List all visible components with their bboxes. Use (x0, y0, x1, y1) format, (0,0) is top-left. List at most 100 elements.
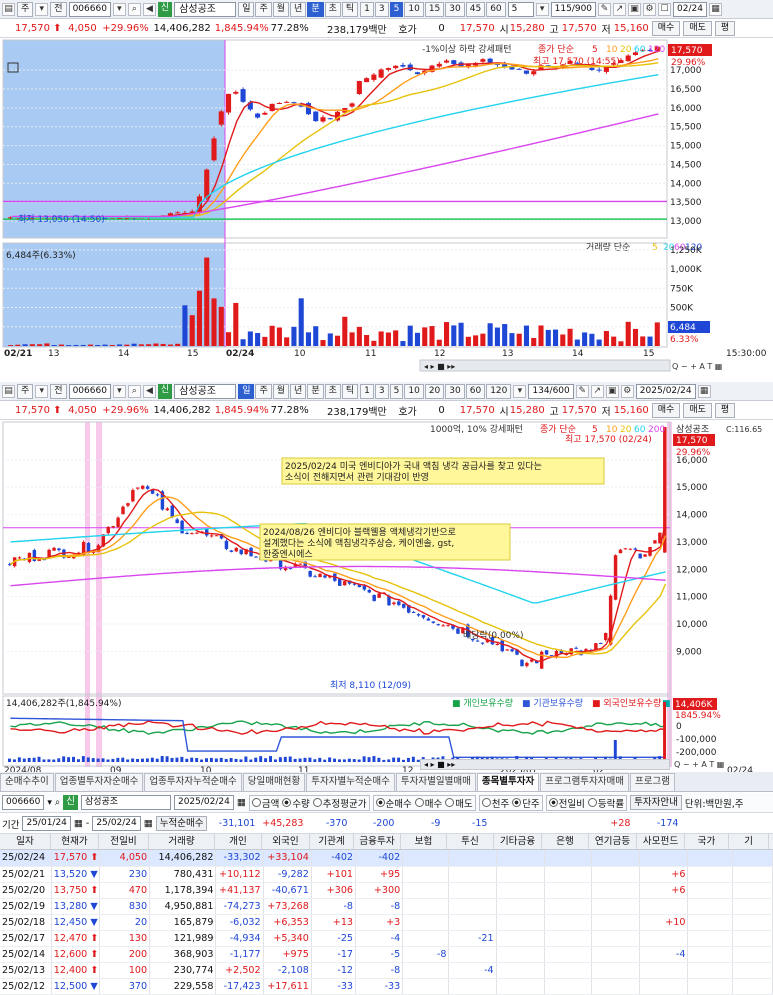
trade-radio-2[interactable]: 매도 (445, 796, 473, 810)
dropdown-icon[interactable]: ▾ (112, 2, 126, 16)
unit-radio-1[interactable]: 단주 (512, 796, 540, 810)
bottom-minute-button-0[interactable]: 1 (360, 383, 374, 399)
top-toggle-1[interactable]: 주 (17, 1, 34, 17)
table-row[interactable]: 25/02/24 17,570 ⬆ 4,050 14,406,282 -33,302 +3… (0, 850, 773, 867)
table-row[interactable]: 25/02/13 12,400 ⬆ 100 230,774 +2,502 -2,108 -1… (0, 962, 773, 980)
table-row[interactable]: 25/02/17 12,470 ⬆ 130 121,989 -4,934 +5,340 -2… (0, 930, 773, 948)
bottom-toggle-1[interactable]: 주 (17, 383, 34, 399)
bottom-period-button-2[interactable]: 월 (272, 383, 290, 399)
top-period-button-5[interactable]: 초 (324, 1, 341, 17)
bottom-period-button-6[interactable]: 틱 (341, 383, 359, 399)
top-eval-button[interactable]: 평 (714, 21, 736, 36)
amount-radio-2[interactable]: 추정평균가 (312, 796, 367, 810)
compare-radio-0[interactable]: 전일비 (548, 796, 585, 810)
zoom-tools-icon[interactable]: Q − + A T ▦ (674, 759, 724, 770)
period-to-input[interactable]: 25/02/24 (92, 816, 141, 831)
table-row[interactable]: 25/02/14 12,600 ⬆ 200 368,903 -1,177 +975 -17 -… (0, 946, 773, 964)
chart-icon[interactable]: ↗ (613, 2, 627, 16)
amount-radio-0[interactable]: 금액 (251, 796, 279, 810)
window-icon[interactable]: ▤ (2, 384, 15, 398)
column-header[interactable]: 금융투자 (354, 834, 401, 849)
tools-icon[interactable]: ✎ (575, 384, 589, 398)
search-icon[interactable]: ⌕ (55, 797, 60, 808)
top-sell-button[interactable]: 매도 (683, 21, 712, 36)
speaker-icon[interactable]: ◀ (142, 2, 156, 16)
bottom-eval-button[interactable]: 평 (714, 403, 736, 418)
column-header[interactable]: 전일비 (99, 834, 149, 849)
table-row[interactable]: 25/02/20 13,750 ⬆ 470 1,178,394 +41,137 -40,6… (0, 882, 773, 899)
bottom-minute-button-6[interactable]: 60 (465, 383, 486, 399)
investor-date-input[interactable]: 2025/02/24 (173, 795, 234, 810)
top-count-input[interactable]: 115/900 (550, 1, 597, 17)
top-period-button-2[interactable]: 월 (272, 1, 290, 17)
table-row[interactable]: 25/02/12 12,500 ▼ 370 229,558 -17,423 +17,611… (0, 978, 773, 995)
top-toggle-2[interactable]: 전 (50, 1, 67, 17)
tab-2[interactable]: 업종투자자누적순매수 (144, 773, 242, 791)
table-row[interactable]: 25/02/18 12,450 ▼ 20 165,879 -6,032 +6,353 +13… (0, 914, 773, 931)
top-period-button-4[interactable]: 분 (307, 1, 324, 17)
top-date-input[interactable]: 02/24 (673, 1, 707, 17)
speaker-icon[interactable]: ◀ (142, 384, 156, 398)
top-code-input[interactable]: 006660 (68, 1, 111, 17)
bottom-minute-button-2[interactable]: 5 (389, 383, 404, 399)
calendar-icon[interactable]: ▦ (697, 384, 711, 398)
search-icon[interactable]: ⌕ (127, 384, 141, 398)
chevron-down-icon[interactable]: ▾ (35, 384, 49, 398)
column-header[interactable]: 현재가 (51, 834, 99, 849)
calendar-icon[interactable]: ▦ (74, 818, 83, 829)
bottom-count-input[interactable]: 134/600 (528, 383, 574, 399)
top-chart-canvas[interactable]: 17,00016,50016,00015,50015,00014,50014,0… (0, 38, 773, 376)
column-header[interactable]: 외국인 (262, 834, 310, 849)
calendar-icon[interactable]: ▦ (144, 818, 153, 829)
chevron-down-icon[interactable]: ▾ (35, 2, 49, 16)
top-minute-button-3[interactable]: 10 (404, 1, 424, 17)
bottom-period-button-1[interactable]: 주 (255, 383, 272, 399)
bottom-minute-button-4[interactable]: 20 (424, 383, 445, 399)
bottom-minute-button-7[interactable]: 120 (486, 383, 512, 399)
calendar-icon[interactable]: ▦ (237, 797, 246, 808)
calendar-icon[interactable]: ▦ (708, 2, 722, 16)
search-icon[interactable]: ⌕ (127, 2, 141, 16)
top-minute-button-5[interactable]: 30 (445, 1, 465, 17)
top-minute-button-0[interactable]: 1 (360, 1, 374, 17)
bottom-period-button-5[interactable]: 초 (324, 383, 341, 399)
top-minute-button-4[interactable]: 15 (424, 1, 445, 17)
trade-radio-0[interactable]: 순매수 (375, 796, 412, 810)
top-minute-button-1[interactable]: 3 (374, 1, 389, 17)
column-header[interactable]: 일자 (0, 834, 51, 849)
column-header[interactable]: 은행 (542, 834, 589, 849)
top-minute-button-6[interactable]: 45 (465, 1, 486, 17)
amount-radio-1[interactable]: 수량 (282, 796, 310, 810)
tab-5[interactable]: 투자자별일별매매 (395, 773, 476, 791)
column-header[interactable]: 투신 (447, 834, 494, 849)
bottom-date-input[interactable]: 2025/02/24 (635, 383, 696, 399)
bottom-toggle-2[interactable]: 전 (50, 383, 67, 399)
window-icon[interactable]: ▤ (2, 2, 15, 16)
trade-radio-1[interactable]: 매수 (414, 796, 442, 810)
chevron-down-icon[interactable]: ▾ (535, 2, 549, 16)
column-header[interactable]: 연기금등 (589, 834, 637, 849)
column-header[interactable]: 국가 (685, 834, 729, 849)
column-header[interactable]: 사모펀드 (637, 834, 685, 849)
top-period-button-6[interactable]: 틱 (341, 1, 359, 17)
dropdown-icon[interactable]: ▾ (513, 384, 527, 398)
gear-icon[interactable]: ⚙ (643, 2, 657, 16)
table-row[interactable]: 25/02/19 13,280 ▼ 830 4,950,881 -74,273 +73,2… (0, 898, 773, 915)
checkbox-icon[interactable]: ☐ (658, 2, 672, 16)
column-header[interactable]: 기타금융 (494, 834, 542, 849)
column-header[interactable]: 기 (729, 834, 769, 849)
gear-icon[interactable]: ⚙ (620, 384, 634, 398)
bottom-buy-button[interactable]: 매수 (651, 403, 681, 418)
bottom-scrollbar[interactable]: ◂ ▸ ■ ▸▸ (420, 759, 670, 770)
top-minute-button-7[interactable]: 60 (486, 1, 506, 17)
top-minute-button-2[interactable]: 5 (389, 1, 404, 17)
column-header[interactable]: 개인 (215, 834, 262, 849)
column-header[interactable]: 기관계 (310, 834, 354, 849)
bottom-period-button-4[interactable]: 분 (307, 383, 324, 399)
bottom-period-button-0[interactable]: 일 (238, 383, 255, 399)
tab-8[interactable]: 프로그램 (629, 773, 675, 791)
bottom-minute-button-1[interactable]: 3 (374, 383, 389, 399)
column-header[interactable]: 거래량 (149, 834, 215, 849)
bottom-sell-button[interactable]: 매도 (683, 403, 712, 418)
top-buy-button[interactable]: 매수 (651, 21, 681, 36)
